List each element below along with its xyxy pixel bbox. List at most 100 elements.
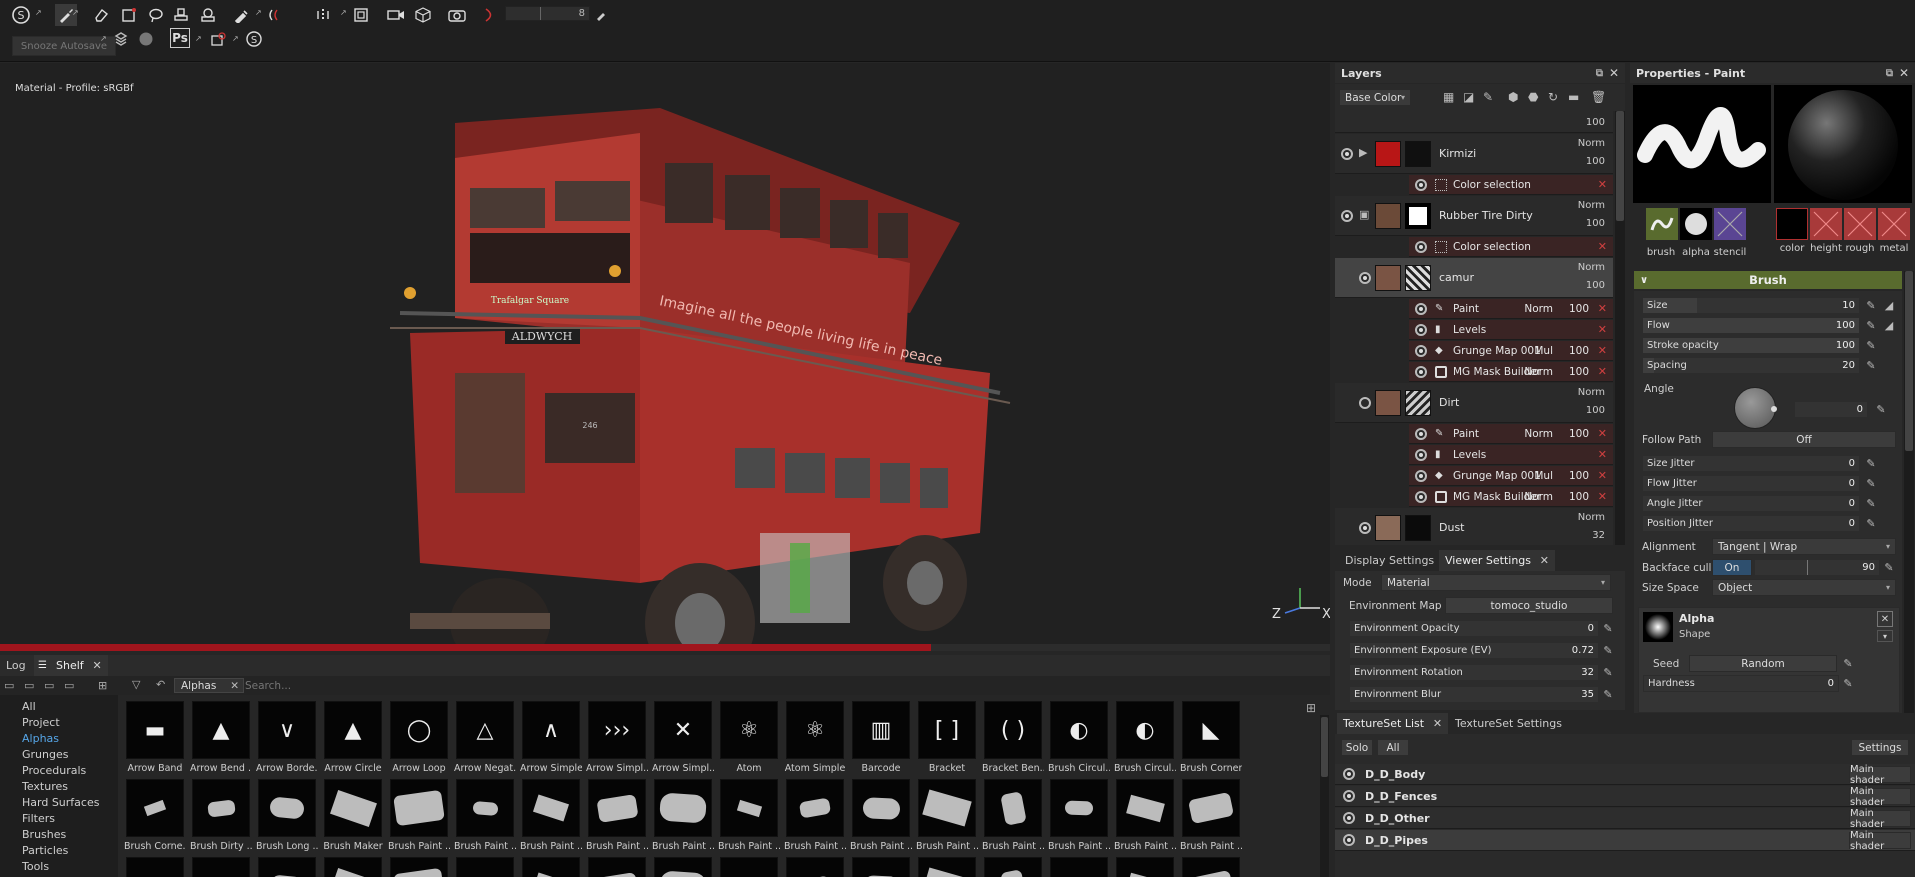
shelf-alpha-thumbnail[interactable]: ▲ [192,701,250,759]
edit-pencil-icon[interactable]: ✎ [1864,456,1878,470]
alpha-menu-icon[interactable]: ▾ [1877,630,1893,642]
dropdown-arrow-icon[interactable]: ↗ [72,8,79,17]
add-paint-icon[interactable]: ✎ [1483,90,1493,104]
close-tab-icon[interactable]: ✕ [1433,717,1442,730]
add-mask-icon[interactable]: ◪ [1463,90,1474,104]
bus-model[interactable]: ALDWYCH Trafalgar Square Imagine all the… [0,63,1330,648]
visibility-eye-icon[interactable] [1343,768,1355,780]
brush-tile[interactable] [1646,208,1678,240]
properties-scrollbar[interactable] [1904,271,1914,713]
edit-pencil-icon[interactable]: ✎ [1841,676,1855,690]
remove-alpha-icon[interactable]: ✕ [1877,611,1893,627]
float-panel-icon[interactable]: ⧉ [1886,68,1893,79]
remove-effect-icon[interactable]: ✕ [1598,469,1607,482]
layer-effect-paint[interactable]: ✎ Paint Norm 100 ✕ [1409,424,1613,444]
shelf-alpha-thumbnail[interactable] [126,857,184,877]
shelf-scrollbar[interactable] [1320,715,1329,877]
spacing-slider[interactable]: Spacing 20 [1642,357,1860,374]
shelf-alpha-thumbnail[interactable] [192,857,250,877]
shelf-alpha-thumbnail[interactable] [1050,779,1108,837]
layer-effect-grunge-map[interactable]: ◆ Grunge Map 001 Mul 100 ✕ [1409,466,1613,486]
edit-pencil-icon[interactable]: ✎ [1864,496,1878,510]
shelf-alpha-thumbnail[interactable] [1116,779,1174,837]
layer-effect-levels[interactable]: ▮ Levels ✕ [1409,445,1613,465]
remove-effect-icon[interactable]: ✕ [1598,240,1607,253]
shelf-alpha-thumbnail[interactable] [720,779,778,837]
reset-filter-icon[interactable]: ↶ [156,678,165,691]
shelf-alpha-thumbnail[interactable]: ◯ [390,701,448,759]
remove-effect-icon[interactable]: ✕ [1598,178,1607,191]
shelf-category-procedurals[interactable]: Procedurals [22,764,86,777]
brush-section-header[interactable]: ∨ Brush [1634,271,1902,289]
tab-display-settings[interactable]: Display Settings [1339,550,1440,571]
shelf-alpha-thumbnail[interactable]: ( ) [984,701,1042,759]
shelf-alpha-thumbnail[interactable]: ✕ [654,701,712,759]
collapse-chevron-icon[interactable]: ∨ [1640,275,1648,286]
shelf-category-brushes[interactable]: Brushes [22,828,66,841]
alpha-tile[interactable] [1680,208,1712,240]
layer-effect-color-selection[interactable]: Color selection ✕ [1409,237,1613,257]
list-view-icon[interactable]: ▭ [64,679,74,692]
edit-pencil-icon[interactable]: ✎ [1864,338,1878,352]
camera-video-icon[interactable] [385,4,407,26]
shelf-alpha-thumbnail[interactable]: [ ] [918,701,976,759]
shelf-alpha-thumbnail[interactable] [1182,857,1240,877]
hardness-slider[interactable]: Hardness 0 [1643,675,1839,692]
close-panel-icon[interactable]: ✕ [1899,66,1909,80]
float-panel-icon[interactable]: ⧉ [1596,68,1603,79]
eraser-icon[interactable] [90,4,112,26]
visibility-eye-icon[interactable] [1343,834,1355,846]
shelf-alpha-thumbnail[interactable] [522,779,580,837]
grid-toggle-icon[interactable]: ⊞ [98,679,107,692]
remove-effect-icon[interactable]: ✕ [1598,323,1607,336]
shelf-alpha-thumbnail[interactable] [456,857,514,877]
remove-effect-icon[interactable]: ✕ [1598,302,1607,315]
shelf-search-input[interactable] [245,678,1295,693]
layer-row-dust[interactable]: Dust Norm 32 [1335,508,1613,545]
backface-culling-toggle[interactable]: On [1712,559,1752,576]
brush-size-field[interactable]: 8 [505,6,590,21]
visibility-eye-icon[interactable] [1415,302,1427,315]
edit-pencil-icon[interactable]: ✎ [1864,358,1878,372]
shelf-alpha-thumbnail[interactable] [258,779,316,837]
angle-jitter-slider[interactable]: Angle Jitter 0 [1642,495,1860,512]
size-space-dropdown[interactable]: Object ▾ [1712,579,1896,596]
substance-share-icon[interactable]: S [243,28,265,50]
photoshop-export-icon[interactable]: Ps [170,28,190,48]
layer-row-dirt[interactable]: Dirt Norm 100 [1335,383,1613,423]
screenshot-camera-icon[interactable] [446,4,468,26]
new-folder-icon[interactable]: ▭ [4,679,14,692]
shelf-alpha-thumbnail[interactable] [324,857,382,877]
layers-scrollbar[interactable] [1615,111,1625,545]
visibility-eye-icon[interactable] [1415,240,1427,253]
shelf-category-grunges[interactable]: Grunges [22,748,68,761]
visibility-eye-icon[interactable] [1415,323,1427,336]
close-tab-icon[interactable]: ✕ [1540,554,1549,567]
shelf-alpha-thumbnail[interactable] [852,779,910,837]
shelf-alpha-thumbnail[interactable] [786,857,844,877]
shelf-alpha-thumbnail[interactable]: ▬ [126,701,184,759]
edit-pencil-icon[interactable]: ✎ [1841,656,1855,670]
edit-pencil-icon[interactable]: ✎ [1864,318,1878,332]
dropdown-arrow-icon[interactable]: ↗ [255,8,262,17]
stencil-tile[interactable] [1714,208,1746,240]
layer-effect-paint[interactable]: ✎ Paint Norm 100 ✕ [1409,299,1613,319]
visibility-eye-icon[interactable] [1415,469,1427,482]
shelf-alpha-thumbnail[interactable]: ⚛ [786,701,844,759]
shelf-category-alphas[interactable]: Alphas [22,732,59,745]
filter-icon[interactable]: ▽ [132,678,140,691]
shelf-alpha-thumbnail[interactable]: ››› [588,701,646,759]
shelf-alpha-thumbnail[interactable] [984,857,1042,877]
backface-angle-slider[interactable]: 90 [1754,559,1880,576]
edit-pencil-icon[interactable]: ✎ [1601,621,1615,635]
shelf-alpha-thumbnail[interactable]: △ [456,701,514,759]
tab-textureset-list[interactable]: TextureSet List ✕ [1337,713,1449,734]
shelf-alpha-thumbnail[interactable] [1116,857,1174,877]
dropdown-arrow-icon[interactable]: ↗ [340,8,347,17]
shelf-alpha-thumbnail[interactable]: ▲ [324,701,382,759]
shelf-alpha-thumbnail[interactable] [1050,857,1108,877]
shelf-category-tools[interactable]: Tools [22,860,49,873]
pressure-icon[interactable]: ◢ [1882,298,1896,312]
shelf-alpha-thumbnail[interactable] [918,779,976,837]
tab-log[interactable]: Log [0,655,32,676]
